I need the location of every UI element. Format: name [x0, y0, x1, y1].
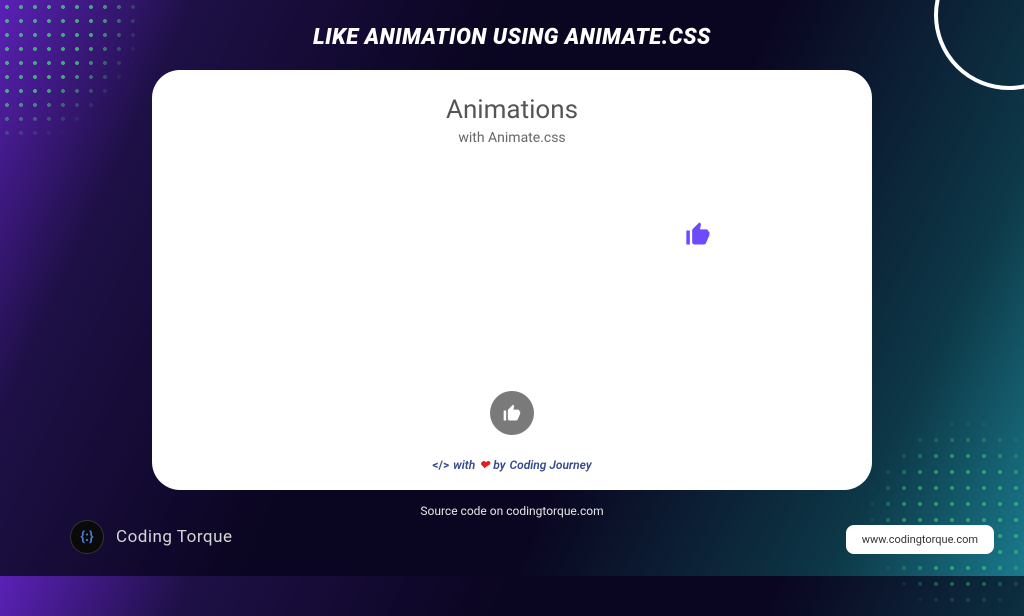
decorative-dots-top-left: [0, 0, 140, 140]
brand-logo: {:}: [70, 520, 104, 554]
credit-author[interactable]: Coding Journey: [510, 458, 592, 472]
page-title: LIKE ANIMATION USING ANIMATE.CSS: [0, 0, 1024, 50]
decorative-arc-top-right: [934, 0, 1024, 90]
website-link[interactable]: www.codingtorque.com: [846, 525, 994, 554]
thumb-up-icon: [502, 403, 522, 423]
credit-with: with: [453, 458, 475, 472]
card-subheading: with Animate.css: [458, 130, 565, 146]
brand-name: Coding Torque: [116, 527, 232, 547]
credit-line: </> with ❤ by Coding Journey: [432, 458, 591, 472]
heart-icon: ❤: [479, 458, 489, 472]
like-button[interactable]: [490, 391, 534, 435]
credit-by: by: [493, 458, 505, 472]
demo-card: Animations with Animate.css </> with ❤ b…: [152, 70, 872, 490]
decorative-dots-bottom-right: [864, 416, 1024, 616]
floating-thumb-icon: [684, 220, 712, 248]
code-icon: </>: [432, 458, 449, 472]
brand-area: {:} Coding Torque: [70, 520, 232, 554]
card-heading: Animations: [446, 95, 578, 125]
